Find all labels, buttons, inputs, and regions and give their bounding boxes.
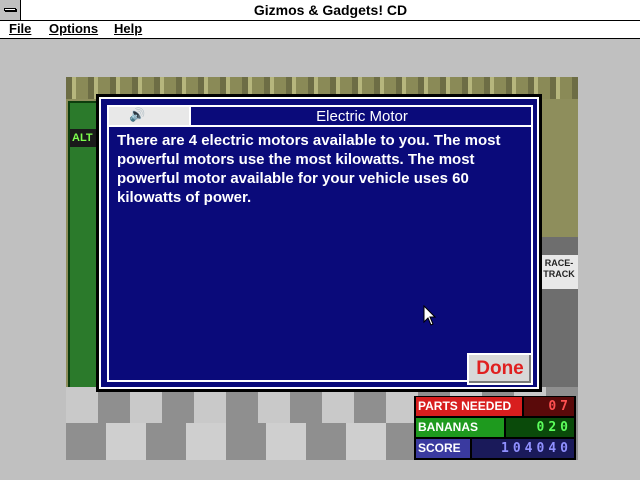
status-panel: PARTS NEEDED 07 BANANAS 020 SCORE 104040 bbox=[414, 396, 576, 460]
speaker-icon: 🔊 bbox=[129, 107, 146, 122]
dialog-title: Electric Motor bbox=[316, 108, 408, 125]
dialog-header: 🔊 Electric Motor bbox=[107, 105, 533, 127]
window-titlebar: Gizmos & Gadgets! CD bbox=[0, 0, 640, 21]
parts-needed-row: PARTS NEEDED 07 bbox=[416, 397, 574, 416]
system-menu-button[interactable] bbox=[0, 0, 21, 20]
menubar: File Options Help bbox=[0, 21, 640, 39]
window-title: Gizmos & Gadgets! CD bbox=[253, 2, 408, 18]
done-button[interactable]: Done bbox=[467, 353, 533, 385]
speaker-button[interactable]: 🔊 bbox=[109, 107, 191, 125]
bananas-label: BANANAS bbox=[416, 418, 504, 437]
menu-help-label: Help bbox=[114, 21, 143, 36]
parts-needed-label: PARTS NEEDED bbox=[416, 397, 522, 416]
menu-help[interactable]: Help bbox=[114, 21, 142, 36]
score-counter: 104040 bbox=[472, 439, 574, 458]
parts-needed-counter: 07 bbox=[524, 397, 574, 416]
menu-file[interactable]: File bbox=[9, 21, 31, 36]
menu-options[interactable]: Options bbox=[49, 21, 98, 36]
mouse-pointer-icon bbox=[423, 305, 437, 326]
dialog-text: There are 4 electric motors available to… bbox=[117, 132, 501, 206]
dialog-body: There are 4 electric motors available to… bbox=[107, 127, 533, 382]
bananas-counter: 020 bbox=[506, 418, 574, 437]
score-label: SCORE bbox=[416, 439, 470, 458]
system-menu-icon bbox=[4, 8, 16, 11]
bananas-row: BANANAS 020 bbox=[416, 418, 574, 437]
racetrack-sign: RACE- TRACK bbox=[540, 255, 578, 289]
info-dialog: 🔊 Electric Motor There are 4 electric mo… bbox=[96, 94, 542, 392]
score-row: SCORE 104040 bbox=[416, 439, 574, 458]
menu-options-label: Options bbox=[49, 21, 99, 36]
menu-file-label: File bbox=[9, 21, 32, 36]
